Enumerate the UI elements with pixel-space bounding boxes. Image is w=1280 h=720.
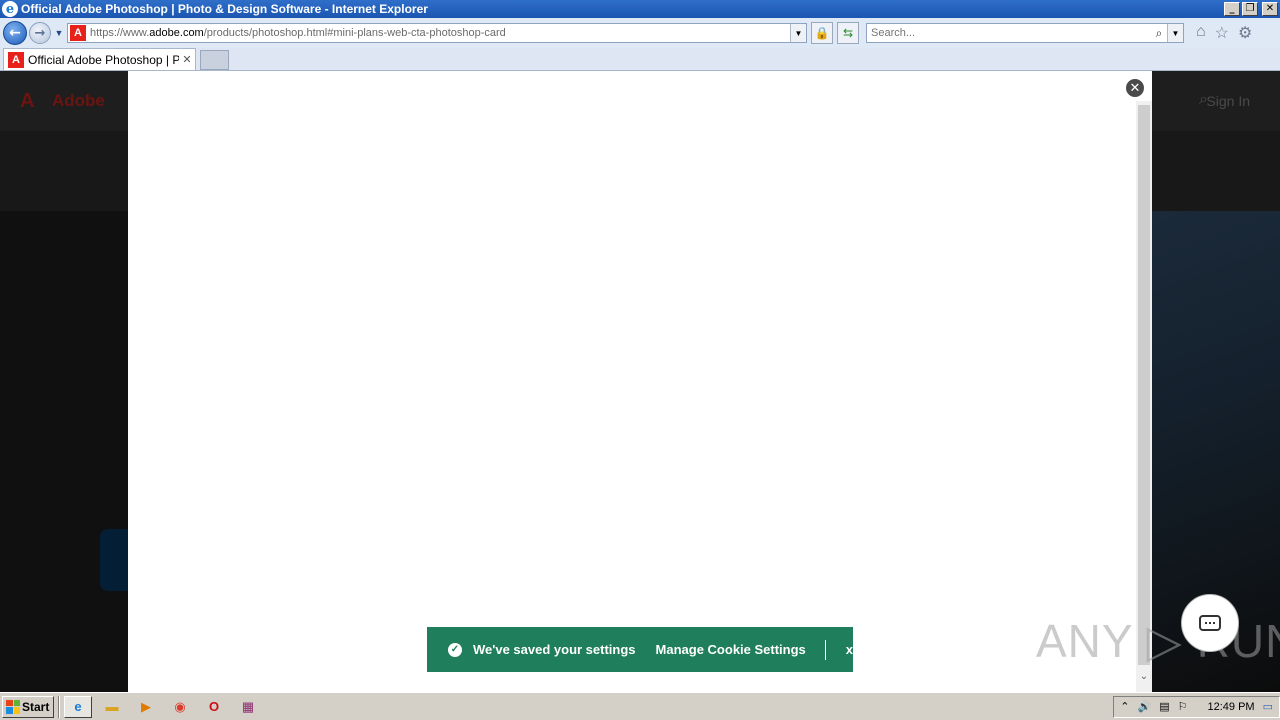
address-bar[interactable]: A https://www.adobe.com/products/photosh… (67, 23, 807, 43)
adobe-mark-icon: A (20, 90, 35, 112)
navigation-bar: ← → ▼ A https://www.adobe.com/products/p… (0, 18, 1280, 48)
window-title: Official Adobe Photoshop | Photo & Desig… (21, 2, 428, 16)
search-icon[interactable]: ⌕ (1151, 26, 1167, 41)
taskbar-separator (58, 695, 60, 718)
scrollbar-thumb[interactable] (1138, 105, 1150, 665)
start-button[interactable]: Start (2, 695, 54, 718)
tab-close-icon[interactable]: ✕ (179, 53, 195, 66)
volume-icon[interactable]: 🔊 (1138, 700, 1152, 713)
url-path: /products/photoshop.html#mini-plans-web-… (203, 27, 506, 39)
url-text[interactable]: https://www.adobe.com/products/photoshop… (90, 27, 790, 39)
cookie-toast: ✓ We've saved your settings Manage Cooki… (427, 627, 853, 672)
favorites-star-icon[interactable]: ☆ (1215, 23, 1229, 43)
toast-close-button[interactable]: x (846, 642, 853, 657)
tab-strip: A Official Adobe Photoshop | P... ✕ (0, 48, 1280, 71)
search-input[interactable] (867, 27, 1151, 39)
adobe-brand-text: Adobe (52, 91, 105, 110)
window-controls: _ ❐ ✕ (1224, 2, 1278, 16)
chat-button[interactable] (1181, 594, 1239, 652)
show-desktop-icon[interactable]: ▭ (1263, 700, 1273, 713)
flag-icon[interactable]: ⚐ (1178, 700, 1188, 713)
scroll-down-chevron-icon[interactable]: ⌄ (1136, 671, 1152, 682)
adobe-logo: A Adobe (20, 91, 105, 111)
start-label: Start (22, 699, 50, 714)
refresh-icon[interactable]: ⇆ (837, 22, 859, 44)
window-titlebar: e Official Adobe Photoshop | Photo & Des… (0, 0, 1280, 18)
adobe-favicon-icon: A (70, 25, 86, 41)
minimize-button[interactable]: _ (1224, 2, 1240, 16)
toolbar-icons: ⌂ ☆ ⚙ (1196, 23, 1252, 43)
network-icon[interactable]: ▤ (1159, 700, 1169, 713)
taskbar-media-player-icon[interactable]: ▶ (132, 696, 160, 718)
new-tab-button[interactable] (200, 50, 229, 70)
url-domain: adobe.com (149, 27, 204, 39)
system-tray: ⌃ 🔊 ▤ ⚐ 12:49 PM ▭ (1113, 695, 1280, 718)
taskbar: Start e ▬ ▶ ◉ O ▦ ⌃ 🔊 ▤ ⚐ 12:49 PM ▭ (0, 692, 1280, 720)
toast-divider (824, 639, 826, 660)
windows-logo-icon (6, 699, 20, 714)
adobe-favicon-icon: A (8, 51, 24, 68)
toast-message: We've saved your settings (473, 642, 636, 657)
modal-scrollbar[interactable]: ⌄ (1136, 101, 1152, 692)
search-box: ⌕ ▼ (866, 23, 1184, 43)
search-dropdown-icon[interactable]: ▼ (1167, 24, 1183, 42)
taskbar-chrome-icon[interactable]: ◉ (166, 696, 194, 718)
forward-button[interactable]: → (29, 22, 51, 44)
close-window-button[interactable]: ✕ (1262, 2, 1278, 16)
home-icon[interactable]: ⌂ (1196, 23, 1206, 43)
clock[interactable]: 12:49 PM (1208, 701, 1255, 713)
taskbar-ie-icon[interactable]: e (64, 695, 92, 718)
history-dropdown-icon[interactable]: ▼ (53, 28, 65, 38)
taskbar-winrar-icon[interactable]: ▦ (234, 696, 262, 718)
manage-cookie-settings-link[interactable]: Manage Cookie Settings (656, 642, 806, 657)
modal-close-button[interactable]: ✕ (1125, 78, 1145, 98)
anyrun-watermark: ANY ▷ RUN (1036, 615, 1280, 667)
modal-dialog: ⌄ (128, 71, 1152, 692)
tray-expand-icon[interactable]: ⌃ (1120, 700, 1129, 713)
signin-link: Sign In (1206, 93, 1250, 109)
address-dropdown-icon[interactable]: ▼ (790, 24, 806, 42)
lock-icon[interactable]: 🔒 (811, 22, 833, 44)
ie-logo-icon: e (2, 1, 18, 17)
restore-button[interactable]: ❐ (1242, 2, 1258, 16)
chat-bubble-icon (1199, 615, 1221, 631)
gear-icon[interactable]: ⚙ (1238, 23, 1252, 43)
url-prefix: https://www. (90, 27, 150, 39)
check-circle-icon: ✓ (448, 642, 462, 657)
tab-label: Official Adobe Photoshop | P... (28, 52, 179, 67)
taskbar-explorer-icon[interactable]: ▬ (98, 696, 126, 718)
taskbar-opera-icon[interactable]: O (200, 696, 228, 718)
tab-adobe-photoshop[interactable]: A Official Adobe Photoshop | P... ✕ (3, 48, 196, 70)
back-button[interactable]: ← (3, 21, 27, 45)
